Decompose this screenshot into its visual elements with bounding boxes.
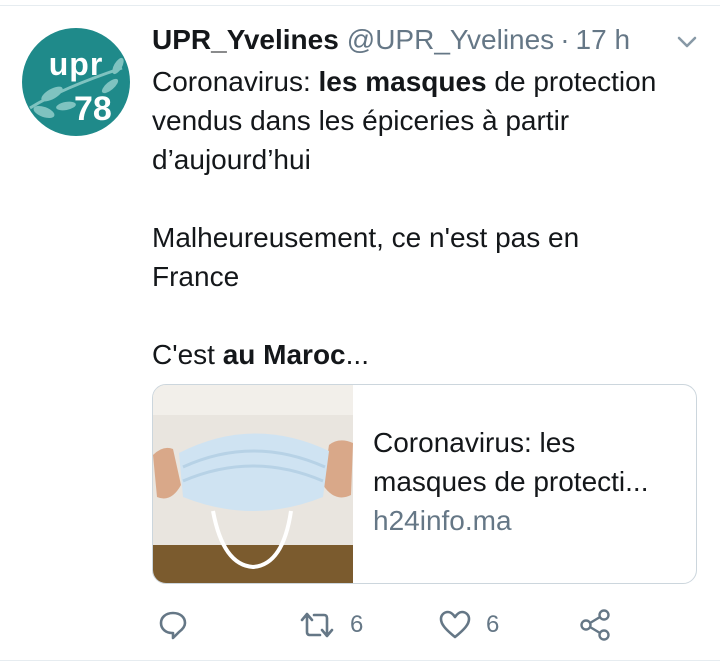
timestamp[interactable]: 17 h [576,24,631,56]
reply-icon [159,611,187,640]
reply-button[interactable] [156,600,190,650]
tweet-header: UPR_Yvelines @UPR_Yvelines · 17 h [152,24,630,60]
retweet-button[interactable]: 6 [298,600,363,650]
share-button[interactable] [578,600,612,650]
retweet-icon [300,612,334,638]
separator: · [560,24,570,55]
like-button[interactable]: 6 [438,600,499,650]
user-handle[interactable]: @UPR_Yvelines [347,24,554,56]
chevron-down-icon[interactable] [674,32,700,52]
divider [0,5,720,6]
text-line: Malheureusement, ce n'est pas en [152,222,580,253]
text-line: Coronavirus: les masques de protection [152,66,657,97]
card-title: masques de protecti... [373,466,649,497]
retweet-count: 6 [350,611,364,638]
like-count: 6 [486,611,500,638]
card-thumbnail-image [153,385,353,583]
avatar-text-top: upr [48,46,104,82]
action-bar: 6 6 [152,600,672,650]
avatar[interactable]: upr 78 [22,28,130,136]
link-card[interactable]: Coronavirus: les masques de protecti... … [152,384,697,584]
share-icon [580,609,610,641]
avatar-text-bottom: 78 [74,90,112,128]
tweet[interactable]: upr 78 UPR_Yvelines @UPR_Yvelines · 17 h… [0,0,720,666]
card-title: Coronavirus: les [373,427,576,458]
card-text: Coronavirus: les masques de protecti... … [373,423,683,540]
text-line: vendus dans les épiceries à partir [152,105,570,136]
tweet-text: Coronavirus: les masques de protection v… [152,62,702,374]
heart-icon [439,610,471,639]
text-line: C'est au Maroc... [152,339,369,370]
card-domain: h24info.ma [373,505,512,536]
display-name[interactable]: UPR_Yvelines [152,24,339,56]
divider [0,660,720,661]
text-line: France [152,261,240,292]
text-line: d’aujourd’hui [152,144,311,175]
